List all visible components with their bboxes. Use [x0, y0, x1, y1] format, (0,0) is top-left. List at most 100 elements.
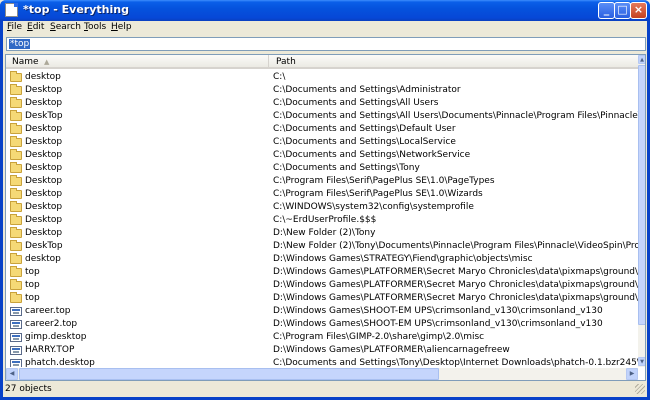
file-icon — [10, 320, 22, 329]
table-row[interactable]: desktop D:\Windows Games\STRATEGY\Fiend\g… — [6, 253, 638, 266]
scroll-right-button[interactable]: ▶ — [626, 368, 638, 380]
status-text: 27 objects — [5, 384, 52, 394]
table-row[interactable]: Desktop C:\Documents and Settings\All Use… — [6, 97, 638, 110]
folder-icon — [10, 240, 22, 251]
folder-icon — [10, 292, 22, 303]
folder-icon — [10, 97, 22, 108]
row-path: D:\New Folder (2)\Tony — [273, 228, 376, 238]
scroll-down-button[interactable]: ▼ — [638, 357, 645, 366]
table-row[interactable]: Desktop D:\New Folder (2)\Tony — [6, 227, 638, 240]
row-name: Desktop — [25, 215, 63, 225]
row-name: Desktop — [25, 202, 63, 212]
row-path: C:\Documents and Settings\Administrator — [273, 85, 461, 95]
menu-search[interactable]: Search — [50, 22, 81, 32]
menu-tools[interactable]: Tools — [84, 22, 106, 32]
status-bar: 27 objects — [3, 382, 647, 396]
table-row[interactable]: top D:\Windows Games\PLATFORMER\Secret Ma… — [6, 266, 638, 279]
close-button[interactable]: × — [630, 2, 647, 19]
folder-icon — [10, 84, 22, 95]
rows-container: desktop C:\ Desktop C:\Documents and Settin… — [6, 71, 638, 367]
app-icon — [5, 3, 18, 17]
row-name: gimp.desktop — [25, 332, 87, 342]
scroll-left-button[interactable]: ◀ — [6, 368, 18, 380]
row-name: top — [25, 293, 40, 303]
table-row[interactable]: Desktop C:\Documents and Settings\Adminis… — [6, 84, 638, 97]
folder-icon — [10, 214, 22, 225]
menu-edit[interactable]: Edit — [27, 22, 44, 32]
table-row[interactable]: Desktop C:\Documents and Settings\Default… — [6, 123, 638, 136]
table-row[interactable]: Desktop C:\~ErdUserProfile.$$$ — [6, 214, 638, 227]
folder-icon — [10, 188, 22, 199]
row-name: desktop — [25, 72, 61, 82]
table-row[interactable]: desktop C:\ — [6, 71, 638, 84]
row-path: D:\Windows Games\PLATFORMER\Secret Maryo… — [273, 280, 638, 290]
results-list[interactable]: Name ▲ Path desktop C:\ Desktop C:\Document… — [5, 54, 646, 381]
minimize-button[interactable]: _ — [598, 2, 615, 19]
vertical-scrollbar[interactable]: ▲ ▼ — [638, 55, 645, 367]
table-row[interactable]: Desktop C:\WINDOWS\system32\config\system… — [6, 201, 638, 214]
table-row[interactable]: top D:\Windows Games\PLATFORMER\Secret Ma… — [6, 279, 638, 292]
sort-ascending-icon: ▲ — [44, 58, 50, 66]
row-path: C:\Program Files\Serif\PagePlus SE\1.0\W… — [273, 189, 483, 199]
row-path: C:\Program Files\GIMP-2.0\share\gimp\2.0… — [273, 332, 485, 342]
row-path: C:\ — [273, 72, 286, 82]
folder-icon — [10, 110, 22, 121]
table-row[interactable]: HARRY.TOP D:\Windows Games\PLATFORMER\ali… — [6, 344, 638, 357]
row-path: D:\Windows Games\PLATFORMER\Secret Maryo… — [273, 267, 638, 277]
row-name: top — [25, 280, 40, 290]
row-name: Desktop — [25, 98, 63, 108]
window-title: *top - Everything — [23, 3, 129, 16]
table-row[interactable]: DeskTop C:\Documents and Settings\All Use… — [6, 110, 638, 123]
table-row[interactable]: Desktop C:\Program Files\Serif\PagePlus S… — [6, 175, 638, 188]
table-row[interactable]: Desktop C:\Documents and Settings\Network… — [6, 149, 638, 162]
file-icon — [10, 307, 22, 316]
menu-help[interactable]: Help — [111, 22, 132, 32]
folder-icon — [10, 253, 22, 264]
column-header-name[interactable]: Name ▲ — [6, 55, 269, 69]
table-row[interactable]: career.top D:\Windows Games\SHOOT-EM UPS\… — [6, 305, 638, 318]
table-row[interactable]: Desktop C:\Program Files\Serif\PagePlus S… — [6, 188, 638, 201]
resize-grip-icon[interactable] — [635, 384, 645, 394]
row-path: D:\New Folder (2)\Tony\Documents\Pinnacl… — [273, 241, 638, 251]
row-name: top — [25, 267, 40, 277]
table-row[interactable]: DeskTop D:\New Folder (2)\Tony\Documents\… — [6, 240, 638, 253]
column-header-path[interactable]: Path — [270, 55, 638, 69]
row-name: DeskTop — [25, 111, 63, 121]
table-row[interactable]: phatch.desktop C:\Documents and Settings\… — [6, 357, 638, 367]
table-row[interactable]: Desktop C:\Documents and Settings\LocalSe… — [6, 136, 638, 149]
row-path: C:\Program Files\Serif\PagePlus SE\1.0\P… — [273, 176, 495, 186]
row-path: D:\Windows Games\STRATEGY\Fiend\graphic\… — [273, 254, 533, 264]
maximize-button[interactable]: □ — [614, 2, 631, 19]
folder-icon — [10, 201, 22, 212]
table-row[interactable]: gimp.desktop C:\Program Files\GIMP-2.0\sh… — [6, 331, 638, 344]
table-row[interactable]: Desktop C:\Documents and Settings\Tony — [6, 162, 638, 175]
folder-icon — [10, 266, 22, 277]
table-row[interactable]: top D:\Windows Games\PLATFORMER\Secret Ma… — [6, 292, 638, 305]
row-name: Desktop — [25, 189, 63, 199]
row-name: Desktop — [25, 163, 63, 173]
row-path: D:\Windows Games\PLATFORMER\aliencarnage… — [273, 345, 510, 355]
row-name: Desktop — [25, 124, 63, 134]
folder-icon — [10, 149, 22, 160]
horizontal-scrollbar[interactable]: ◀ ▶ — [6, 368, 638, 380]
row-path: C:\Documents and Settings\Tony\Desktop\I… — [273, 358, 638, 367]
folder-icon — [10, 162, 22, 173]
list-header: Name ▲ Path — [6, 55, 638, 69]
vertical-scroll-thumb[interactable] — [638, 65, 645, 325]
row-name: Desktop — [25, 150, 63, 160]
scroll-up-button[interactable]: ▲ — [638, 55, 645, 64]
row-path: D:\Windows Games\SHOOT-EM UPS\crimsonlan… — [273, 306, 603, 316]
row-path: C:\Documents and Settings\Default User — [273, 124, 456, 134]
row-name: phatch.desktop — [25, 358, 95, 367]
menu-file[interactable]: File — [7, 22, 22, 32]
search-box[interactable]: *top — [6, 37, 646, 51]
row-path: D:\Windows Games\PLATFORMER\Secret Maryo… — [273, 293, 638, 303]
row-name: Desktop — [25, 176, 63, 186]
table-row[interactable]: career2.top D:\Windows Games\SHOOT-EM UPS… — [6, 318, 638, 331]
row-name: HARRY.TOP — [25, 345, 75, 355]
horizontal-scroll-thumb[interactable] — [19, 368, 439, 380]
row-path: C:\Documents and Settings\NetworkService — [273, 150, 471, 160]
title-bar[interactable]: *top - Everything _ □ × — [0, 0, 650, 21]
row-name: Desktop — [25, 85, 63, 95]
search-input[interactable]: *top — [9, 39, 31, 49]
